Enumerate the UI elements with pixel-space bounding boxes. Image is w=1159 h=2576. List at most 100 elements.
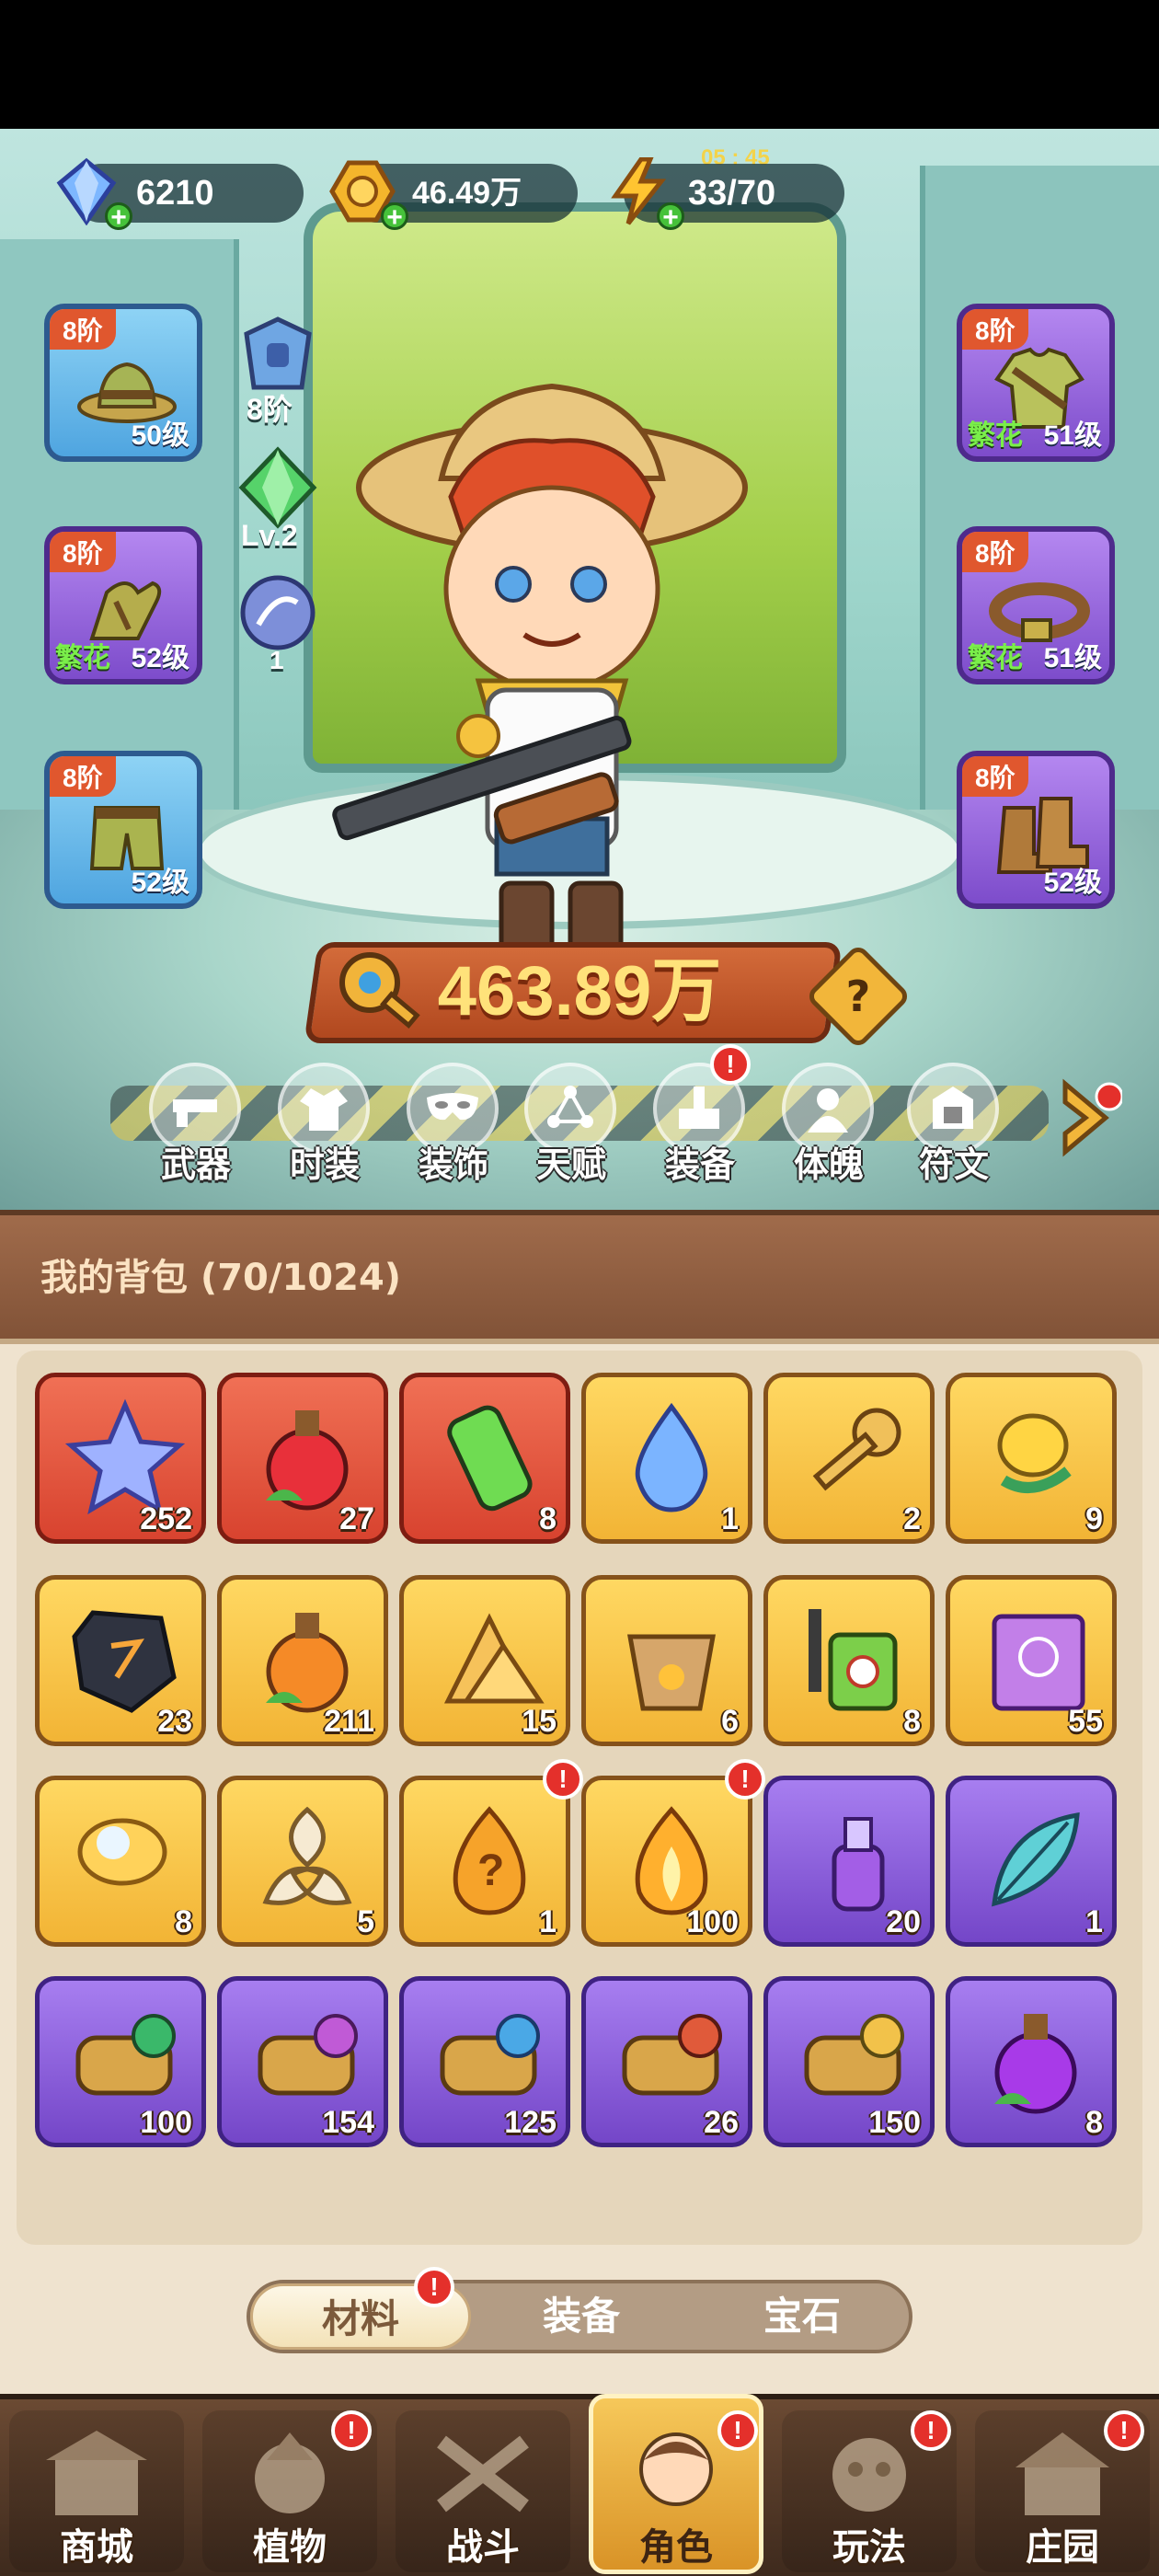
notification-badge: !	[414, 2267, 454, 2307]
bottom-nav-plant[interactable]: 植物!	[193, 2399, 386, 2576]
nav-physique[interactable]: 体魄	[769, 1063, 879, 1201]
item-count: 2	[903, 1501, 921, 1536]
slot-set-tag: 繁花	[968, 642, 1023, 674]
item-count: 1	[539, 1904, 557, 1939]
tab-gems[interactable]: 宝石	[692, 2283, 912, 2350]
bag-item[interactable]: 154	[217, 1976, 388, 2147]
bag-item[interactable]: 26	[581, 1976, 752, 2147]
game-screen: + 6210 + 46.49万 05 : 45 + 33/70 8阶 50级 8…	[0, 0, 1159, 2576]
equip-slot-boots[interactable]: 8阶 52级	[957, 751, 1115, 909]
tab-label: 宝石	[763, 2294, 841, 2339]
nav-weapon[interactable]: 武器	[136, 1063, 247, 1201]
item-count: 100	[686, 1904, 739, 1939]
hero-character[interactable]	[276, 359, 828, 984]
notification-badge: !	[543, 1759, 583, 1800]
item-count: 55	[1068, 1704, 1103, 1739]
bottom-nav-label: 植物	[253, 2526, 327, 2569]
bag-item[interactable]: 8	[35, 1776, 206, 1947]
item-count: 252	[140, 1501, 192, 1536]
slot-tier: 8阶	[50, 309, 116, 350]
bag-item[interactable]: 9	[946, 1373, 1117, 1544]
bottom-nav-manor[interactable]: 庄园!	[966, 2399, 1159, 2576]
bag-item[interactable]: 5	[217, 1776, 388, 1947]
bag-grid[interactable]: 252 27 8 1 2 9 23 211 15 6 8 55 8 5? 1! 100! 20 1 100 154 12…	[17, 1351, 1142, 2245]
tab-label: 材料	[321, 2296, 399, 2341]
gems-resource[interactable]: + 6210	[56, 157, 304, 232]
nav-label: 装饰	[418, 1144, 488, 1185]
bag-item[interactable]: 100	[581, 1776, 752, 1947]
svg-text:?: ?	[477, 1846, 504, 1895]
nav-equipment[interactable]: 装备 !	[640, 1044, 751, 1201]
energy-resource[interactable]: + 33/70	[611, 157, 844, 232]
add-coins-icon[interactable]: +	[381, 202, 408, 232]
gold-pile-icon	[443, 1613, 545, 1704]
key-icon	[812, 1408, 901, 1491]
item-count: 125	[504, 2105, 557, 2140]
coins-resource[interactable]: + 46.49万	[329, 160, 578, 232]
bag-item[interactable]: 2	[763, 1373, 935, 1544]
golden-bud-icon	[997, 1413, 1072, 1493]
item-count: 8	[175, 1904, 192, 1939]
add-energy-icon[interactable]: +	[657, 202, 684, 232]
notification-badge: !	[911, 2410, 951, 2451]
bottom-nav-gameplay[interactable]: 玩法!	[773, 2399, 966, 2576]
equip-slot-hat[interactable]: 8阶 50级	[44, 304, 202, 462]
nav-label: 体魄	[793, 1144, 864, 1185]
bag-item[interactable]: 8	[946, 1976, 1117, 2147]
nav-talent[interactable]: 天赋	[511, 1063, 622, 1201]
item-count: 8	[1085, 2105, 1103, 2140]
bag-item[interactable]: 211	[217, 1575, 388, 1746]
gameplay-icon	[832, 2438, 906, 2512]
bag-item[interactable]: 15	[399, 1575, 570, 1746]
add-gems-icon[interactable]: +	[105, 202, 132, 232]
slot-level: 51级	[1043, 643, 1102, 673]
item-count: 6	[721, 1704, 739, 1739]
bag-item[interactable]: 1	[581, 1373, 752, 1544]
flower-pot-icon	[627, 1634, 716, 1711]
bag-item[interactable]: 23	[35, 1575, 206, 1746]
bottom-nav-label: 庄园	[1026, 2526, 1099, 2569]
bag-item[interactable]: 8	[399, 1373, 570, 1544]
equip-slot-shirt[interactable]: 8阶 繁花 51级	[957, 304, 1115, 462]
manor-icon	[1016, 2432, 1109, 2515]
bottom-nav-shop[interactable]: 商城	[0, 2399, 193, 2576]
nav-decoration[interactable]: 装饰	[394, 1063, 504, 1201]
item-count: 1	[721, 1501, 739, 1536]
bag-item[interactable]: 125	[399, 1976, 570, 2147]
bag-item[interactable]: 20	[763, 1776, 935, 1947]
bag-item[interactable]: 100	[35, 1976, 206, 2147]
equip-slot-gloves[interactable]: 8阶 繁花 52级	[44, 526, 202, 684]
character-icon	[639, 2432, 713, 2506]
water-drop-icon	[635, 1402, 708, 1512]
bag-item[interactable]: 6	[581, 1575, 752, 1746]
shop-icon	[46, 2431, 147, 2515]
bottom-nav-battle[interactable]: 战斗	[386, 2399, 580, 2576]
bag-item[interactable]: 27	[217, 1373, 388, 1544]
tab-label: 装备	[542, 2294, 620, 2339]
nav-rune[interactable]: 符文	[894, 1063, 1004, 1201]
bag-item[interactable]: ? 1	[399, 1776, 570, 1947]
status-bar-area	[0, 0, 1159, 129]
equip-slot-belt[interactable]: 8阶 繁花 51级	[957, 526, 1115, 684]
bag-item[interactable]: 150	[763, 1976, 935, 2147]
item-count: 20	[886, 1904, 921, 1939]
bag-title: 我的背包 (70/1024)	[40, 1257, 402, 1299]
nav-costume[interactable]: 时装	[265, 1063, 375, 1201]
bag-item[interactable]: 1	[946, 1776, 1117, 1947]
combat-power-value: 463.89万	[437, 952, 722, 1030]
bag-item[interactable]: 8	[763, 1575, 935, 1746]
bag-item[interactable]: 55	[946, 1575, 1117, 1746]
bag-item[interactable]: 252	[35, 1373, 206, 1544]
orange-potion-icon	[266, 1613, 349, 1713]
equip-slot-pants[interactable]: 8阶 52级	[44, 751, 202, 909]
tab-equipment[interactable]: 装备	[471, 2283, 692, 2350]
nav-label: 符文	[918, 1144, 989, 1185]
item-count: 8	[539, 1501, 557, 1536]
notification-badge: !	[725, 1759, 765, 1800]
bottom-nav-character[interactable]: 角色!	[580, 2394, 773, 2576]
item-count: 154	[322, 2105, 374, 2140]
item-count: 15	[522, 1704, 557, 1739]
next-arrow-icon[interactable]	[1058, 1076, 1122, 1159]
nav-label: 时装	[289, 1144, 360, 1185]
scroll-pink-icon	[258, 2014, 358, 2096]
